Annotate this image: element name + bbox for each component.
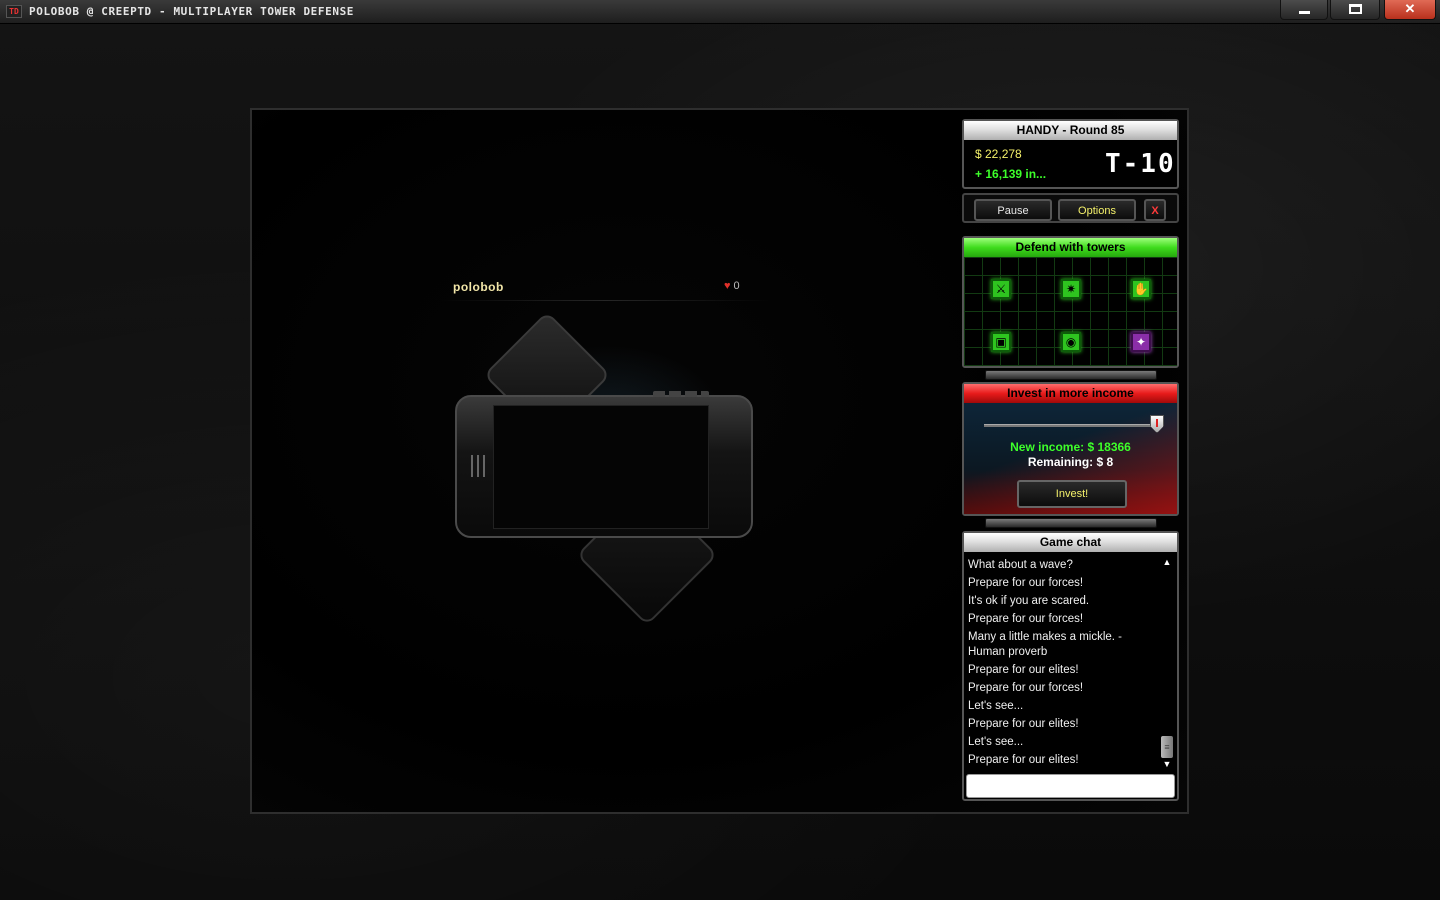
player-name: polobob [453, 280, 504, 294]
phone-map-body [455, 391, 753, 538]
remaining-text: Remaining: $ 8 [1027, 455, 1114, 469]
window-close-button[interactable]: ✕ [1384, 0, 1436, 20]
maximize-button[interactable] [1330, 0, 1380, 20]
panel-connector [985, 370, 1157, 380]
chat-message: Prepare for our forces! [968, 577, 1084, 589]
tower-star-icon[interactable]: ✦ [1131, 332, 1151, 352]
player-lives: ♥ 0 [724, 280, 740, 292]
panel-connector [985, 518, 1157, 528]
chat-message: Let's see... [968, 736, 1024, 748]
tower-sword-icon[interactable]: ⚔ [991, 279, 1011, 299]
app-icon: TD [6, 5, 22, 18]
close-icon: ✕ [1404, 1, 1416, 16]
scroll-up-icon[interactable]: ▲ [1160, 556, 1174, 568]
minimize-button[interactable] [1280, 0, 1328, 20]
chat-message: It's ok if you are scared. [968, 595, 1090, 607]
maximize-icon [1349, 4, 1362, 14]
invest-slider-track[interactable] [984, 424, 1158, 427]
chat-message: Many a little makes a mickle. -Human pro… [968, 631, 1123, 658]
minimize-icon [1299, 11, 1310, 14]
chat-panel: Game chat What about a wave? Prepare for… [962, 531, 1179, 801]
game-map[interactable] [447, 311, 767, 626]
phone-side-buttons [653, 391, 709, 397]
window-title: polobob @ CreepTD - Multiplayer Tower De… [29, 5, 355, 18]
income-display: + 16,139 in... [975, 167, 1047, 181]
towers-panel: Defend with towers ⚔ ✷ ✋ ▣ ◉ ✦ [962, 236, 1179, 368]
quit-game-button[interactable]: X [1144, 199, 1166, 221]
heart-icon: ♥ [724, 280, 731, 292]
towers-header: Defend with towers [964, 238, 1177, 257]
scroll-down-icon[interactable]: ▼ [1160, 758, 1174, 770]
chat-header: Game chat [964, 533, 1177, 552]
lives-count: 0 [733, 280, 740, 292]
tower-grid: ⚔ ✷ ✋ ▣ ◉ ✦ [964, 257, 1177, 366]
new-income-text: New income: $ 18366 [1010, 440, 1131, 454]
money-display: $ 22,278 [975, 147, 1022, 161]
chat-message: Prepare for our elites! [968, 718, 1079, 730]
chat-messages: What about a wave? Prepare for our force… [968, 558, 1158, 771]
chat-message: Let's see... [968, 700, 1024, 712]
chat-input[interactable] [966, 774, 1175, 798]
status-panel: HANDY - Round 85 $ 22,278 + 16,139 in...… [962, 119, 1179, 189]
phone-home-button [471, 455, 485, 477]
wave-timer: T-10 [1105, 149, 1176, 179]
tower-target-icon[interactable]: ◉ [1061, 332, 1081, 352]
control-buttons: Pause Options X [962, 193, 1179, 223]
chat-message: Prepare for our elites! [968, 754, 1079, 766]
player-divider [440, 300, 770, 301]
tower-hand-icon[interactable]: ✋ [1131, 279, 1151, 299]
chat-scrollbar[interactable]: ▲ ≡ ▼ [1160, 556, 1174, 770]
chat-message: Prepare for our forces! [968, 682, 1084, 694]
chat-message: Prepare for our elites! [968, 664, 1079, 676]
options-button[interactable]: Options [1058, 199, 1136, 221]
invest-panel: Invest in more income New income: $ 1836… [962, 382, 1179, 516]
invest-button[interactable]: Invest! [1017, 480, 1127, 508]
chat-message: Prepare for our forces! [968, 613, 1084, 625]
phone-map-screen[interactable] [493, 405, 709, 529]
tower-square-icon[interactable]: ▣ [991, 332, 1011, 352]
round-header: HANDY - Round 85 [964, 121, 1177, 140]
invest-header: Invest in more income [964, 384, 1177, 403]
pause-button[interactable]: Pause [974, 199, 1052, 221]
tower-burst-icon[interactable]: ✷ [1061, 279, 1081, 299]
chat-message: What about a wave? [968, 559, 1073, 571]
window-titlebar: TD polobob @ CreepTD - Multiplayer Tower… [0, 0, 1440, 24]
scroll-thumb[interactable]: ≡ [1161, 736, 1173, 758]
